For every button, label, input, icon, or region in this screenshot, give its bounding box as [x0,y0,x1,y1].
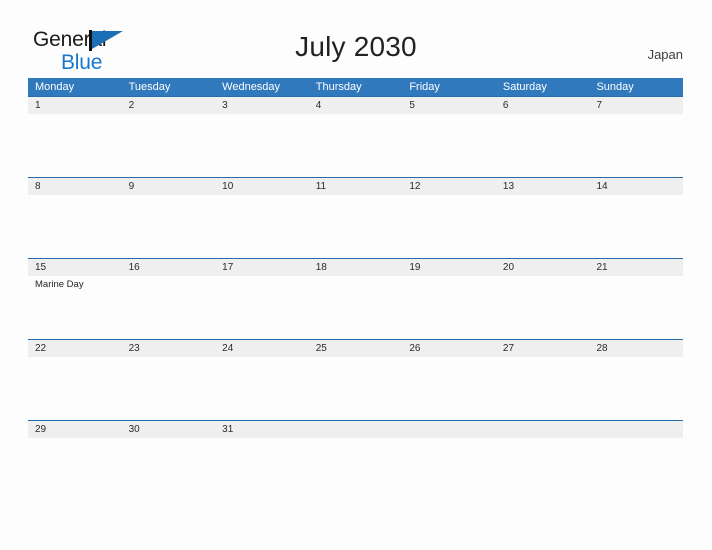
day-cell[interactable] [28,438,122,501]
day-number[interactable]: 16 [122,259,216,276]
day-cell[interactable] [215,357,309,420]
day-cell[interactable] [122,276,216,339]
day-cell[interactable] [28,195,122,258]
weekday-header-saturday: Saturday [502,81,547,93]
weekday-header-thursday: Thursday [315,81,362,93]
day-number[interactable]: 6 [496,97,590,114]
day-number[interactable]: 12 [402,178,496,195]
week-body-band [28,195,683,258]
week-date-band: 8 9 10 11 12 13 14 [28,178,683,195]
calendar-grid: Monday Tuesday Wednesday Thursday Friday… [28,78,683,501]
week-date-band: 1 2 3 4 5 6 7 [28,97,683,114]
day-cell[interactable] [309,114,403,177]
day-cell[interactable] [589,357,683,420]
day-number[interactable]: 18 [309,259,403,276]
day-number[interactable]: 20 [496,259,590,276]
day-number[interactable]: 5 [402,97,496,114]
day-cell[interactable] [122,195,216,258]
day-number[interactable]: 21 [589,259,683,276]
day-cell[interactable] [28,114,122,177]
day-cell[interactable] [215,276,309,339]
holiday-label: Marine Day [35,279,84,290]
day-cell[interactable] [122,357,216,420]
day-cell[interactable] [309,195,403,258]
day-cell-empty [309,438,403,501]
week-date-band: 22 23 24 25 26 27 28 [28,340,683,357]
day-cell[interactable] [309,276,403,339]
day-cell[interactable] [122,438,216,501]
day-cell[interactable] [496,114,590,177]
day-cell[interactable] [402,114,496,177]
day-cell-empty [402,438,496,501]
day-number[interactable]: 8 [28,178,122,195]
weekday-header-wednesday: Wednesday [222,81,281,93]
week-date-band: 15 16 17 18 19 20 21 [28,259,683,276]
calendar-week-row: 8 9 10 11 12 13 14 [28,177,683,258]
day-cell[interactable] [496,276,590,339]
day-number[interactable]: 3 [215,97,309,114]
calendar-week-row: 1 2 3 4 5 6 7 [28,96,683,177]
day-number[interactable]: 24 [215,340,309,357]
day-number[interactable]: 25 [309,340,403,357]
day-number-empty [309,421,403,438]
page-title: July 2030 [295,31,417,62]
day-cell[interactable]: Marine Day [28,276,122,339]
day-number[interactable]: 27 [496,340,590,357]
day-number[interactable]: 22 [28,340,122,357]
day-number-empty [402,421,496,438]
week-body-band [28,114,683,177]
day-number[interactable]: 10 [215,178,309,195]
week-body-band: Marine Day [28,276,683,339]
day-cell[interactable] [215,195,309,258]
week-body-band [28,438,683,501]
weekday-header-sunday: Sunday [596,81,634,93]
day-cell[interactable] [589,195,683,258]
day-number[interactable]: 23 [122,340,216,357]
day-cell[interactable] [496,195,590,258]
day-cell[interactable] [402,195,496,258]
day-cell[interactable] [589,276,683,339]
day-cell[interactable] [496,357,590,420]
country-label: Japan [647,47,683,62]
day-number[interactable]: 31 [215,421,309,438]
day-cell-empty [496,438,590,501]
day-number[interactable]: 4 [309,97,403,114]
week-body-band [28,357,683,420]
day-cell[interactable] [589,114,683,177]
weekday-header-friday: Friday [409,81,440,93]
page-header: General Blue July 2030 Japan [0,0,712,78]
calendar-week-row: 15 16 17 18 19 20 21 Marine Day [28,258,683,339]
calendar-week-row: 29 30 31 [28,420,683,501]
day-number[interactable]: 26 [402,340,496,357]
day-cell[interactable] [402,276,496,339]
day-cell[interactable] [28,357,122,420]
day-number[interactable]: 28 [589,340,683,357]
day-number[interactable]: 7 [589,97,683,114]
day-number-empty [496,421,590,438]
day-cell[interactable] [402,357,496,420]
day-cell[interactable] [309,357,403,420]
day-number[interactable]: 11 [309,178,403,195]
day-cell[interactable] [122,114,216,177]
week-date-band: 29 30 31 [28,421,683,438]
day-cell[interactable] [215,114,309,177]
calendar-week-row: 22 23 24 25 26 27 28 [28,339,683,420]
weekday-header-tuesday: Tuesday [128,81,171,93]
day-number[interactable]: 13 [496,178,590,195]
day-number[interactable]: 14 [589,178,683,195]
day-number[interactable]: 19 [402,259,496,276]
day-number[interactable]: 2 [122,97,216,114]
day-cell-empty [589,438,683,501]
day-number[interactable]: 17 [215,259,309,276]
weekday-header-row: Monday Tuesday Wednesday Thursday Friday… [28,78,683,96]
day-number[interactable]: 15 [28,259,122,276]
day-number[interactable]: 9 [122,178,216,195]
day-number[interactable]: 30 [122,421,216,438]
day-cell[interactable] [215,438,309,501]
day-number[interactable]: 1 [28,97,122,114]
day-number[interactable]: 29 [28,421,122,438]
weekday-header-monday: Monday [35,81,75,93]
day-number-empty [589,421,683,438]
